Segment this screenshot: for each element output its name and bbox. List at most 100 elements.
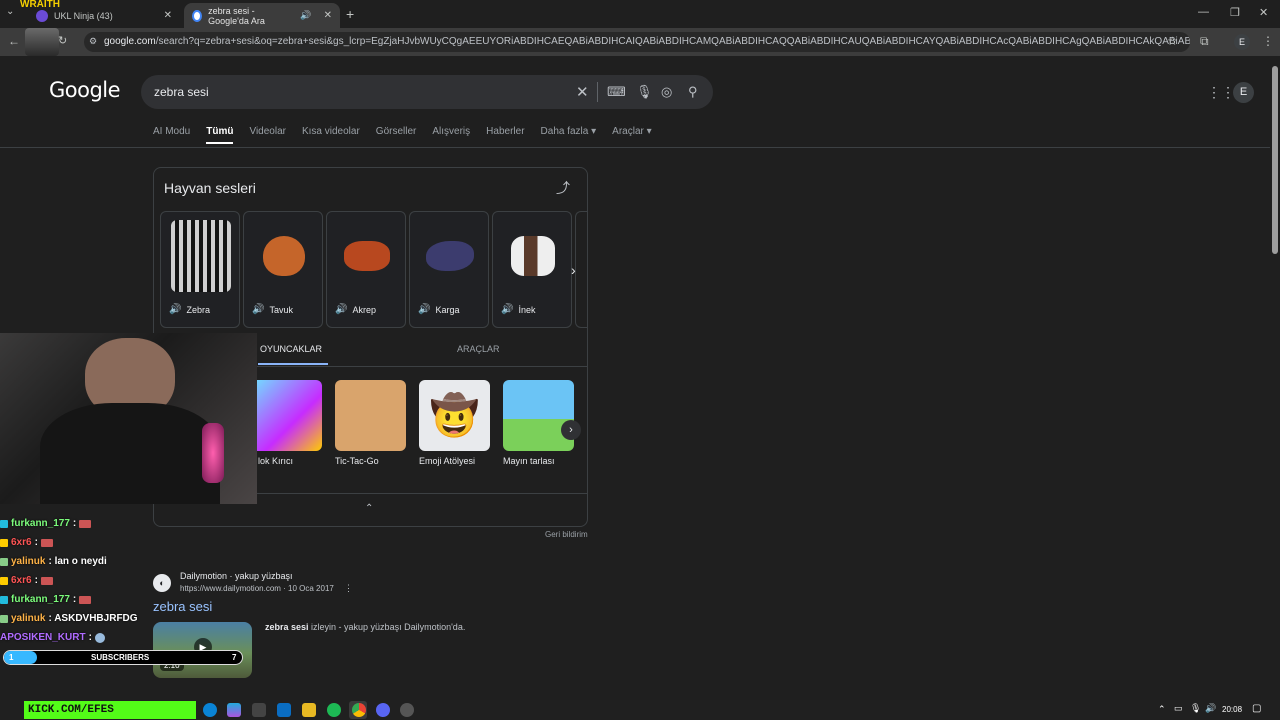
chevron-right-icon[interactable]: › xyxy=(571,262,576,278)
back-icon[interactable]: ← xyxy=(8,34,20,48)
chrome-icon[interactable] xyxy=(352,703,366,717)
chat-message: APOSIKEN_KURT : xyxy=(0,628,160,647)
restore-icon[interactable]: ❐ xyxy=(1230,6,1240,19)
google-logo[interactable]: Google xyxy=(49,78,121,102)
tray-microphone-icon[interactable]: 🎙 xyxy=(1190,703,1201,714)
tray-chevron-up-icon[interactable]: ⌃ xyxy=(1158,704,1166,715)
speaker-icon[interactable]: 🔊 xyxy=(252,304,264,315)
notification-icon[interactable]: ▢ xyxy=(1252,703,1261,714)
new-tab-button[interactable]: + xyxy=(346,6,354,22)
more-options-icon[interactable]: ⋮ xyxy=(344,583,353,594)
tab-all[interactable]: Tümü xyxy=(206,126,234,144)
chat-badge-icon xyxy=(0,576,8,585)
game-thumb-minesweeper[interactable] xyxy=(503,380,574,451)
window-close-icon[interactable]: ✕ xyxy=(1259,6,1268,19)
obs-icon[interactable] xyxy=(400,703,414,717)
reload-icon[interactable]: ↻ xyxy=(58,34,67,47)
keyboard-icon[interactable]: ⌨ xyxy=(607,84,626,100)
profile-avatar[interactable]: E xyxy=(1234,34,1250,50)
close-icon[interactable]: ✕ xyxy=(164,10,172,21)
account-avatar[interactable]: E xyxy=(1233,82,1254,103)
result-site-name[interactable]: Dailymotion · yakup yüzbaşı xyxy=(180,571,293,581)
animal-tile-chicken[interactable]: 🔊 Tavuk xyxy=(243,211,323,328)
tab-toys[interactable]: OYUNCAKLAR xyxy=(260,344,322,354)
animal-name: Karga xyxy=(435,304,460,315)
tab-search-icon[interactable]: ⌄ xyxy=(6,6,14,17)
minimize-icon[interactable]: — xyxy=(1198,6,1209,18)
tab-short-videos[interactable]: Kısa videolar xyxy=(302,126,360,144)
taskbar-clock[interactable]: 20:08 xyxy=(1222,705,1242,714)
feedback-link[interactable]: Geri bildirim xyxy=(545,530,588,539)
site-info-icon[interactable]: ⚙ xyxy=(89,36,97,47)
stream-overlay-brand: WRAITH xyxy=(20,0,60,10)
volume-icon[interactable]: 🔊 xyxy=(1205,703,1216,714)
speaker-icon[interactable]: 🔊 xyxy=(501,304,513,315)
chat-username: APOSIKEN_KURT xyxy=(0,632,86,643)
tab-title: UKL Ninja (43) xyxy=(54,10,113,21)
file-explorer-icon[interactable] xyxy=(302,703,316,717)
tab-ai-mode[interactable]: AI Modu xyxy=(153,126,190,144)
discord-icon[interactable] xyxy=(376,703,390,717)
scrollbar-thumb[interactable] xyxy=(1272,66,1278,254)
extensions-icon[interactable]: ⧉ xyxy=(1200,34,1209,49)
chat-text: : xyxy=(72,594,77,605)
game-name[interactable]: Tic-Tac-Go xyxy=(335,456,379,466)
animal-tile-scorpion[interactable]: 🔊 Akrep xyxy=(326,211,406,328)
result-snippet: zebra sesi izleyin - yakup yüzbaşı Daily… xyxy=(265,622,465,632)
search-icon[interactable]: ⚲ xyxy=(688,84,698,100)
tab-tools-label: Araçlar xyxy=(612,126,644,137)
clear-icon[interactable]: ✕ xyxy=(576,83,589,101)
close-icon[interactable]: ✕ xyxy=(324,10,332,21)
game-name[interactable]: lok Kırıcı xyxy=(258,456,293,466)
speaker-icon[interactable]: 🔊 xyxy=(169,304,181,315)
subscriber-goal: 7 xyxy=(232,653,237,662)
result-title-link[interactable]: zebra sesi xyxy=(153,599,212,614)
speaker-icon[interactable]: 🔊 xyxy=(335,304,347,315)
tab-more[interactable]: Daha fazla ▾ xyxy=(541,126,597,144)
game-thumb-emoji-kitchen[interactable]: 🤠 xyxy=(419,380,490,451)
crow-icon xyxy=(420,220,480,292)
search-input[interactable]: zebra sesi xyxy=(141,75,713,109)
outlook-icon[interactable] xyxy=(277,703,291,717)
chat-emote-icon xyxy=(79,595,92,604)
webcam-overlay xyxy=(0,333,257,504)
microphone-icon[interactable]: 🎙 xyxy=(636,84,653,100)
speaker-icon[interactable]: 🔊 xyxy=(418,304,430,315)
subscriber-goal-bar: 1 SUBSCRIBERS 7 xyxy=(3,650,243,665)
zebra-icon xyxy=(171,220,231,292)
copilot-icon[interactable] xyxy=(227,703,241,717)
address-bar[interactable]: google.com/search?q=zebra+sesi&oq=zebra+… xyxy=(84,32,1190,52)
tab-tools-games[interactable]: ARAÇLAR xyxy=(457,344,500,354)
chat-badge-icon xyxy=(0,614,8,623)
game-thumb-tic-tac-go[interactable] xyxy=(335,380,406,451)
apps-grid-icon[interactable]: ⋮⋮ xyxy=(1207,84,1235,101)
tab-shopping[interactable]: Alışveriş xyxy=(432,126,470,144)
game-thumb-block-breaker[interactable] xyxy=(251,380,322,451)
tab-images[interactable]: Görseller xyxy=(376,126,417,144)
game-name[interactable]: Mayın tarlası xyxy=(503,456,555,466)
animal-tile-zebra[interactable]: 🔊 Zebra xyxy=(160,211,240,328)
animal-tile-cow[interactable]: 🔊 İnek xyxy=(492,211,572,328)
edge-icon[interactable] xyxy=(203,703,217,717)
share-icon[interactable]: ⤴ xyxy=(556,178,570,198)
speaker-icon[interactable]: 🔊 xyxy=(300,10,311,21)
tab-videos[interactable]: Videolar xyxy=(249,126,286,144)
tab-tools[interactable]: Araçlar ▾ xyxy=(612,126,652,144)
stream-chat: furkann_177 : 6xr6 : yalinuk : lan o ney… xyxy=(0,514,160,647)
tab-news[interactable]: Haberler xyxy=(486,126,524,144)
lens-icon[interactable]: ◎ xyxy=(661,84,672,100)
tab-google-search[interactable]: zebra sesi - Google'da Ara 🔊 ✕ xyxy=(184,3,340,28)
store-icon[interactable] xyxy=(252,703,266,717)
menu-kebab-icon[interactable]: ⋮ xyxy=(1262,34,1274,48)
game-name[interactable]: Emoji Atölyesi xyxy=(419,456,475,466)
chevron-right-icon[interactable]: › xyxy=(561,420,581,440)
network-icon[interactable]: ▭ xyxy=(1174,703,1183,714)
spotify-icon[interactable] xyxy=(327,703,341,717)
animal-tile-partial xyxy=(575,211,587,328)
bookmark-star-icon[interactable]: ☆ xyxy=(1167,34,1178,48)
animal-tile-crow[interactable]: 🔊 Karga xyxy=(409,211,489,328)
result-url[interactable]: https://www.dailymotion.com · 10 Oca 201… xyxy=(180,584,334,593)
chevron-up-icon[interactable]: ⌃ xyxy=(365,503,373,514)
animal-name: Tavuk xyxy=(269,304,293,315)
chat-badge-icon xyxy=(0,595,8,604)
